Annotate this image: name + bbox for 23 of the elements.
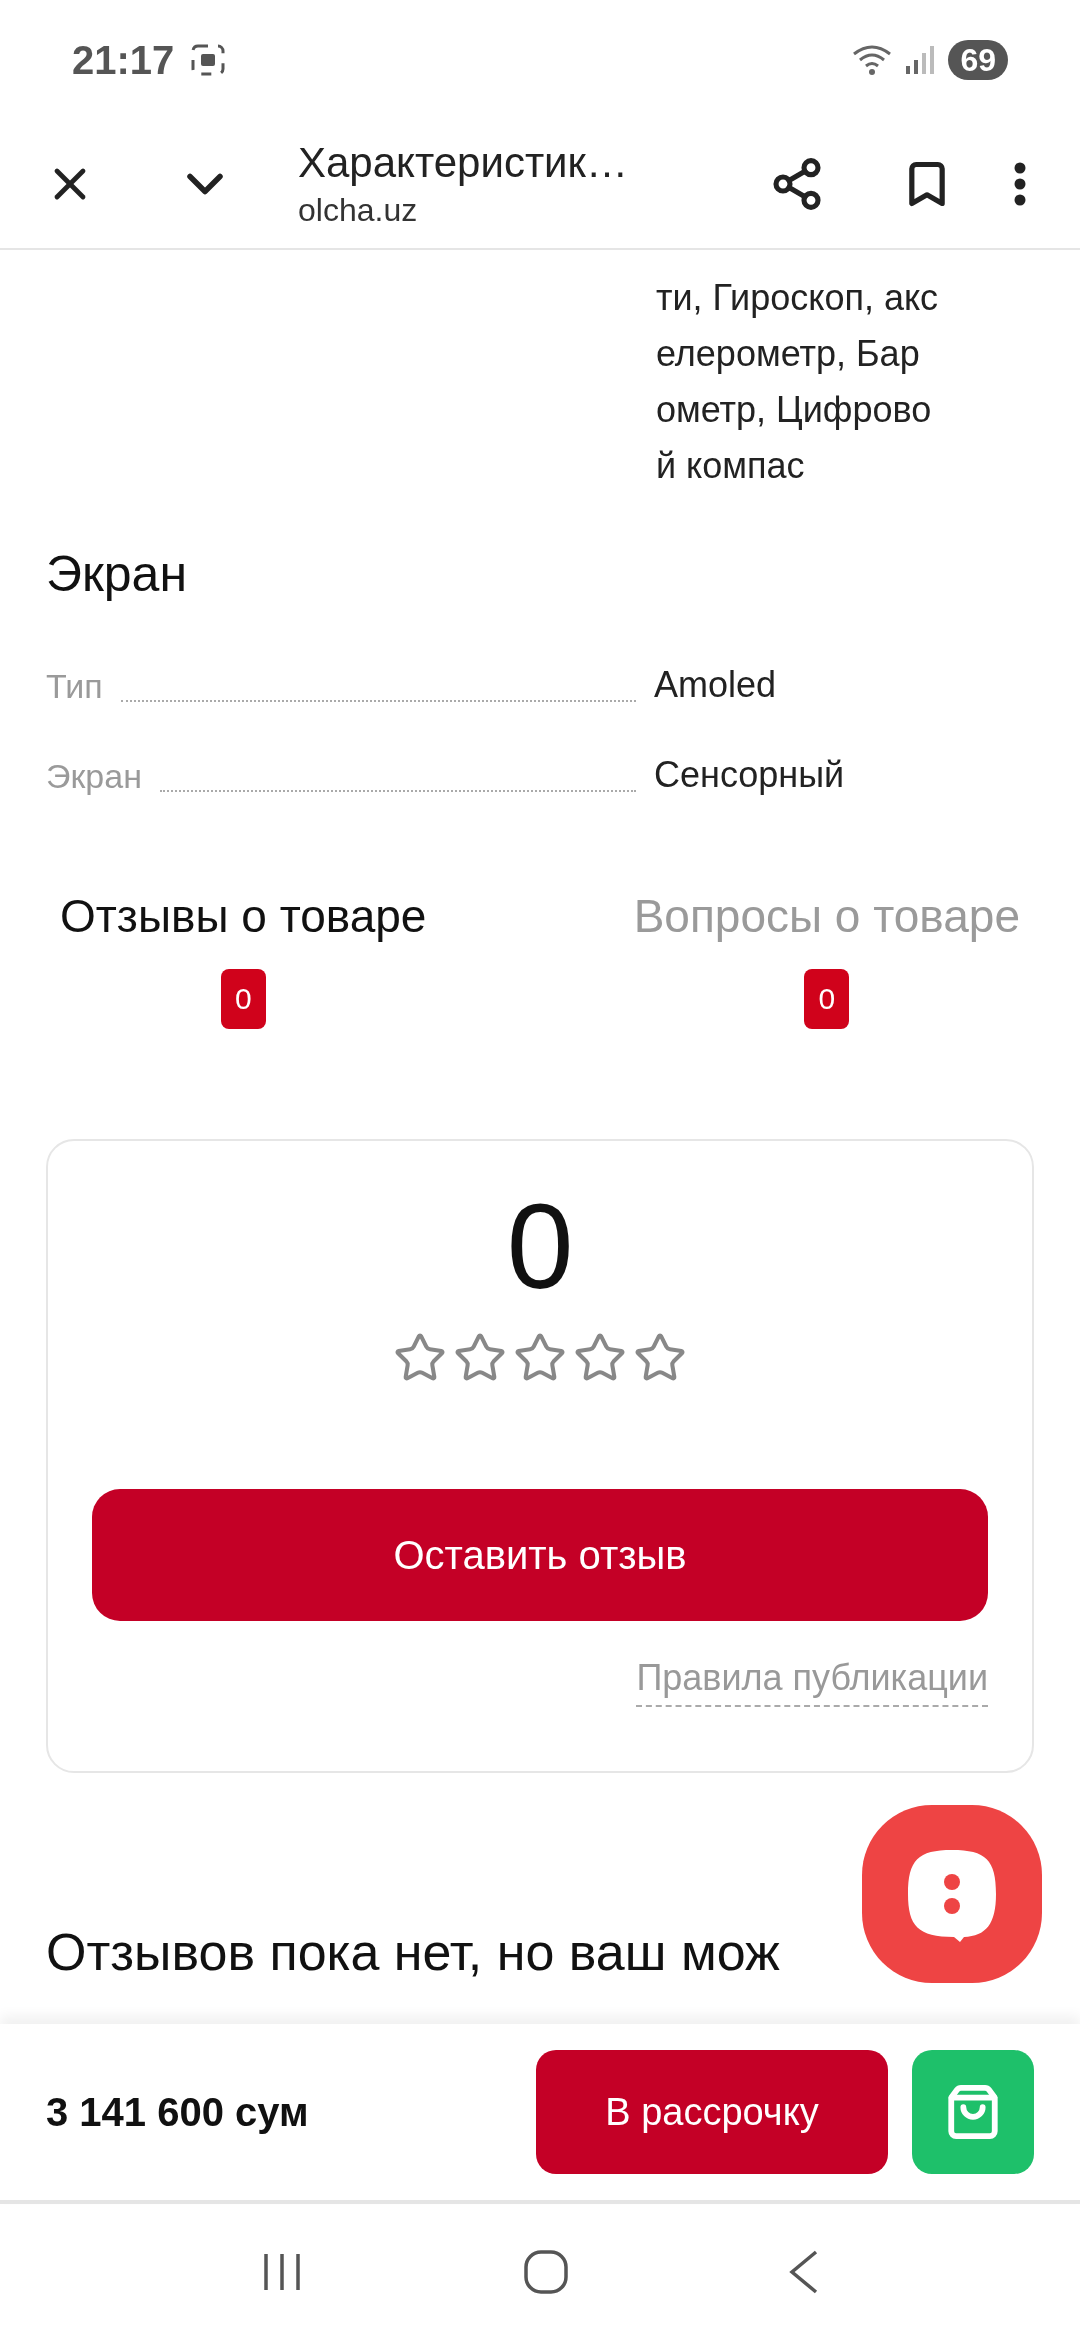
page-url: olcha.uz — [298, 191, 419, 230]
count-badge: 0 — [220, 969, 266, 1029]
screenshot-icon — [190, 43, 227, 77]
status-time: 21:17 — [72, 37, 175, 84]
leave-review-button[interactable]: Оставить отзыв — [92, 1489, 988, 1621]
spec-value: Сенсорный — [654, 753, 846, 797]
count-badge: 0 — [804, 969, 850, 1029]
page-title: Характеристик… — [298, 138, 629, 188]
more-icon — [1014, 162, 1026, 206]
spec-value: ти, Гироскоп, акс елерометр, Бар ометр, Цифрово й компас — [656, 276, 940, 488]
wifi-icon — [852, 44, 893, 76]
spec-label: Экран — [46, 756, 142, 797]
signal-icon — [904, 44, 937, 76]
spec-label: Тип — [46, 666, 103, 707]
reviews-heading: Отзывов пока нет, но ваш мож — [46, 1922, 780, 1983]
spec-value: Amoled — [654, 663, 778, 707]
section-title: Экран — [46, 545, 189, 604]
rating-score: 0 — [506, 1181, 574, 1311]
review-tab[interactable]: Отзывы о товаре — [60, 882, 427, 951]
battery-indicator: 69 — [948, 40, 1008, 80]
installment-button[interactable]: В рассрочку — [536, 2050, 888, 2174]
home-icon — [523, 2249, 569, 2295]
price: 3 141 600 сум — [46, 2089, 309, 2136]
